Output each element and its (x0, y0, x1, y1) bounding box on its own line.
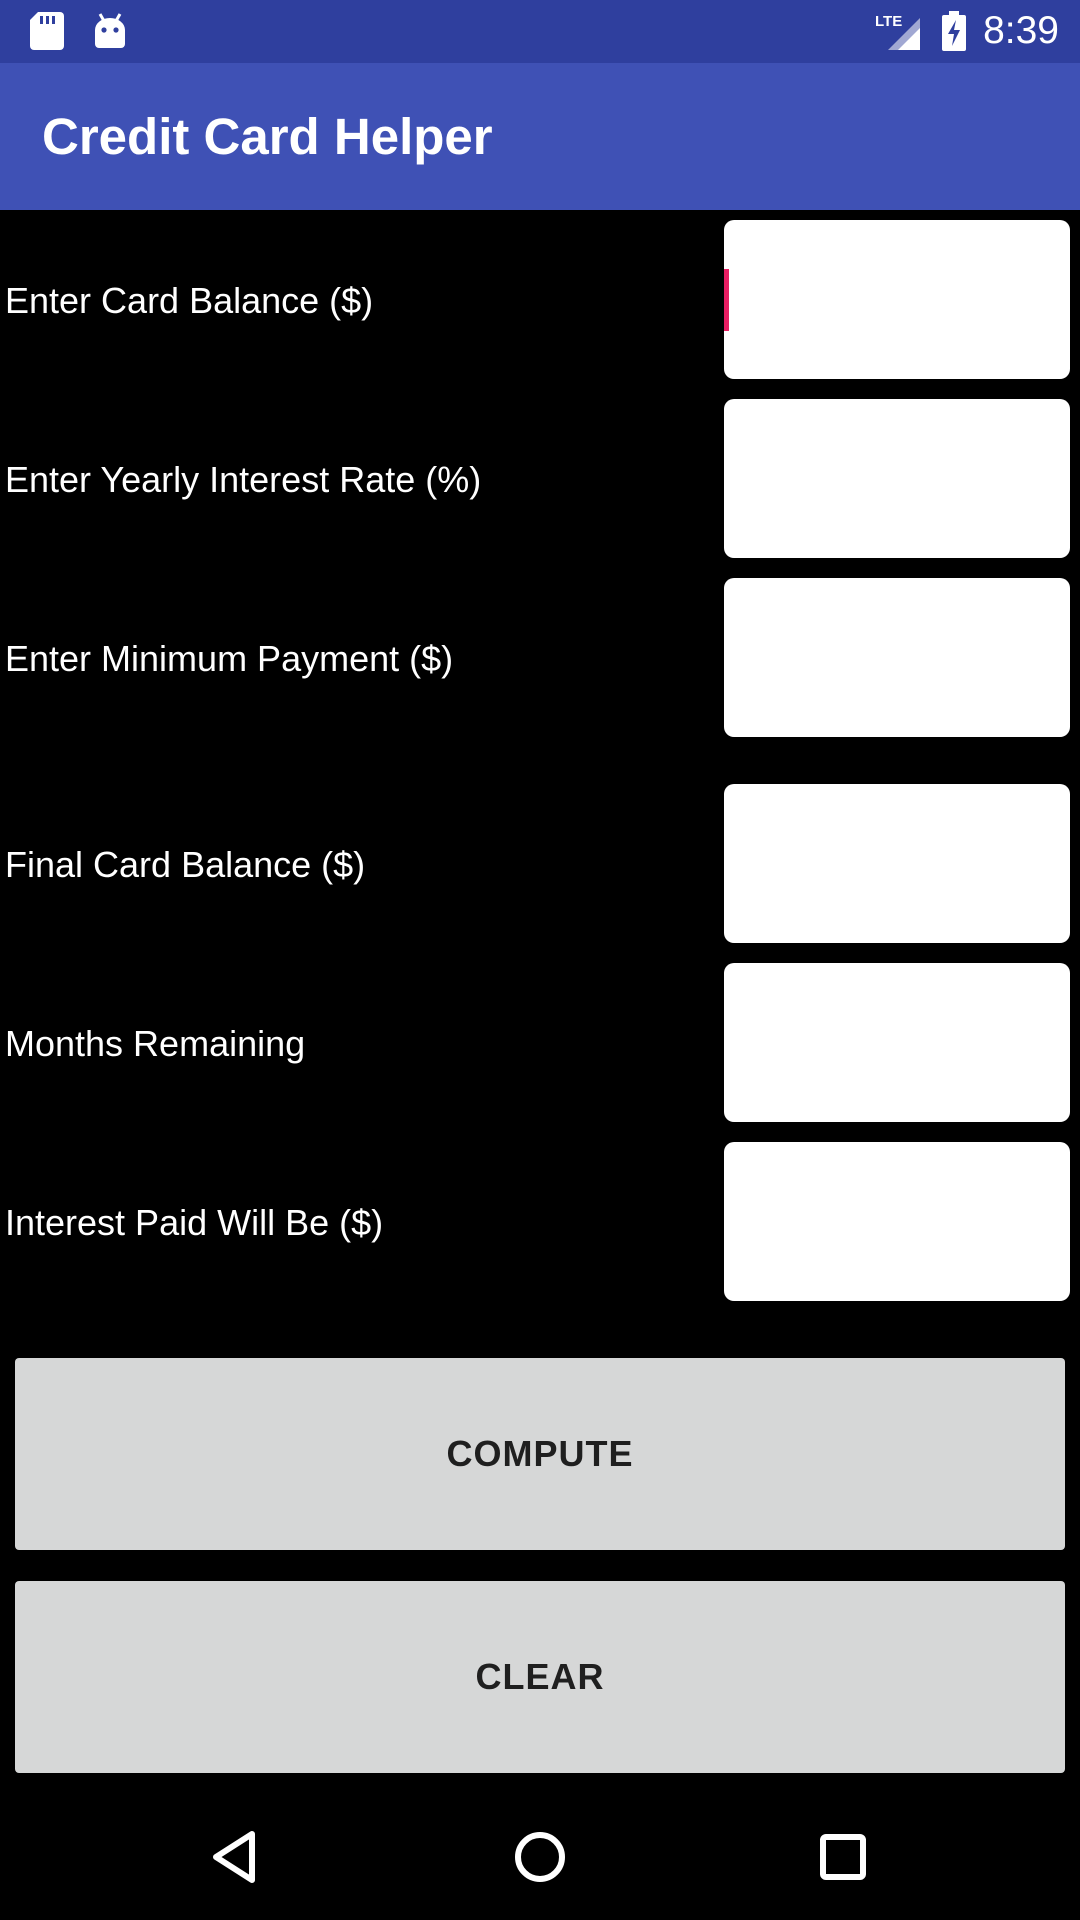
minimum-payment-field[interactable] (724, 578, 1070, 737)
interest-paid-label: Interest Paid Will Be ($) (5, 1202, 384, 1243)
interest-rate-input[interactable] (736, 399, 1058, 558)
text-cursor (724, 269, 729, 331)
android-debug-icon (95, 13, 125, 48)
app-bar: Credit Card Helper (0, 63, 1080, 210)
interest-rate-field[interactable] (724, 399, 1070, 558)
card-balance-label: Enter Card Balance ($) (5, 280, 374, 321)
months-remaining-input[interactable] (736, 963, 1058, 1122)
minimum-payment-label: Enter Minimum Payment ($) (5, 638, 454, 679)
svg-text:LTE: LTE (875, 13, 902, 30)
lte-signal-icon: LTE (875, 13, 920, 50)
navigation-bar (0, 1792, 1080, 1920)
interest-paid-input[interactable] (736, 1142, 1058, 1301)
sd-card-icon (30, 12, 64, 50)
compute-button[interactable]: COMPUTE (15, 1358, 1065, 1550)
card-balance-input[interactable] (736, 220, 1058, 379)
final-balance-label: Final Card Balance ($) (5, 844, 366, 885)
app-title: Credit Card Helper (42, 108, 493, 165)
months-remaining-label: Months Remaining (5, 1023, 306, 1064)
status-time: 8:39 (983, 9, 1059, 52)
minimum-payment-input[interactable] (736, 578, 1058, 737)
battery-charging-icon (942, 11, 966, 51)
interest-paid-field[interactable] (724, 1142, 1070, 1301)
status-bar: LTE 8:39 (0, 0, 1080, 63)
months-remaining-field[interactable] (724, 963, 1070, 1122)
final-balance-field[interactable] (724, 784, 1070, 943)
clear-button[interactable]: CLEAR (15, 1581, 1065, 1773)
card-balance-field[interactable] (724, 220, 1070, 379)
interest-rate-label: Enter Yearly Interest Rate (%) (5, 459, 482, 500)
recents-icon[interactable] (808, 1822, 878, 1892)
app-screen: LTE 8:39 Credit Card Helper Enter Card B… (0, 0, 1080, 1920)
back-icon[interactable] (200, 1822, 270, 1892)
final-balance-input[interactable] (736, 784, 1058, 943)
home-icon[interactable] (505, 1822, 575, 1892)
